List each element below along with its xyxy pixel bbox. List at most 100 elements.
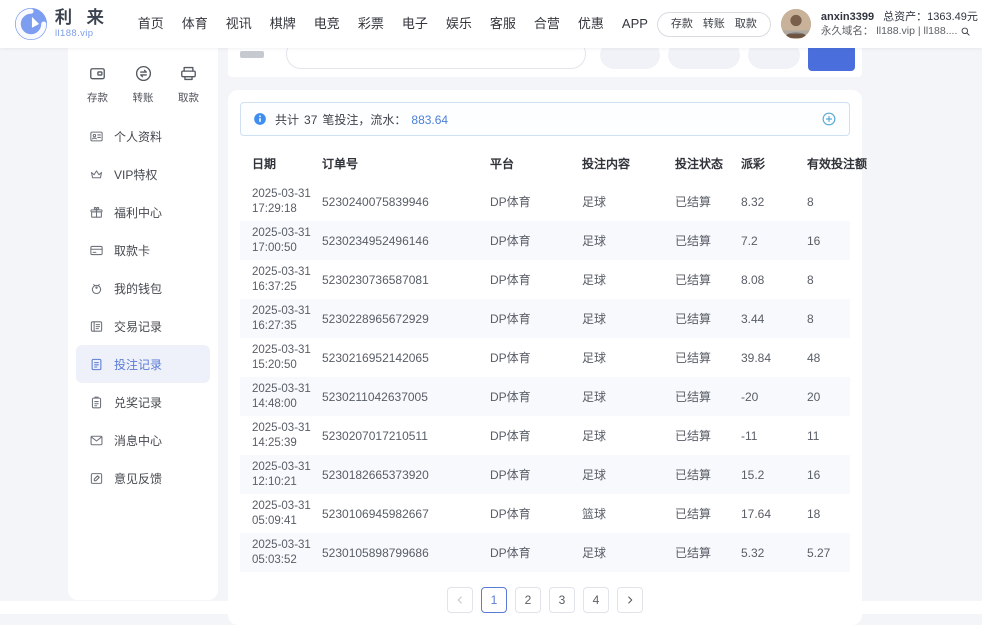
cell-date: 2025-03-3105:09:41 xyxy=(252,499,322,529)
wallet-pill-action[interactable]: 存款 xyxy=(671,19,693,30)
cell-order-no: 5230211042637005 xyxy=(322,390,490,404)
table-row[interactable]: 2025-03-3117:00:505230234952496146DP体育足球… xyxy=(240,221,850,260)
table-row[interactable]: 2025-03-3105:09:415230106945982667DP体育篮球… xyxy=(240,494,850,533)
header-right: 存款转账取款 anxin3399 总资产：1363.49元 永久域名： ll18… xyxy=(657,9,978,39)
nav-item[interactable]: 首页 xyxy=(129,0,173,48)
sidebar-item-vip[interactable]: VIP特权 xyxy=(76,155,210,193)
welfare-icon xyxy=(89,205,104,220)
filter-bar-clipped xyxy=(228,48,862,77)
column-header: 日期 xyxy=(252,155,322,172)
cell-valid-amount: 11 xyxy=(807,429,838,443)
cell-bet-content: 足球 xyxy=(582,310,675,327)
cell-platform: DP体育 xyxy=(490,544,582,561)
cell-valid-amount: 8 xyxy=(807,312,838,326)
cell-valid-amount: 20 xyxy=(807,390,838,404)
filter-option-fragment[interactable] xyxy=(748,48,800,69)
pagination-page-2[interactable]: 2 xyxy=(515,587,541,613)
wallet-pill-action[interactable]: 取款 xyxy=(735,19,757,30)
avatar[interactable] xyxy=(781,9,811,39)
cell-platform: DP体育 xyxy=(490,232,582,249)
search-icon[interactable] xyxy=(960,26,971,37)
sidebar-quick-deposit[interactable]: 存款 xyxy=(87,64,108,105)
sidebar-item-welfare[interactable]: 福利中心 xyxy=(76,193,210,231)
cell-order-no: 5230234952496146 xyxy=(322,234,490,248)
sidebar-item-bet-records[interactable]: 投注记录 xyxy=(76,345,210,383)
table-row[interactable]: 2025-03-3115:20:505230216952142065DP体育足球… xyxy=(240,338,850,377)
pagination-next[interactable] xyxy=(617,587,643,613)
nav-item[interactable]: 合营 xyxy=(525,0,569,48)
sidebar-item-label: 福利中心 xyxy=(114,204,162,221)
table-row[interactable]: 2025-03-3114:25:395230207017210511DP体育足球… xyxy=(240,416,850,455)
sidebar-item-feedback[interactable]: 意见反馈 xyxy=(76,459,210,497)
sidebar-item-profile[interactable]: 个人资料 xyxy=(76,117,210,155)
sidebar-item-wallet[interactable]: 我的钱包 xyxy=(76,269,210,307)
nav-item[interactable]: 娱乐 xyxy=(437,0,481,48)
nav-item[interactable]: APP xyxy=(613,0,657,48)
pagination-page-4[interactable]: 4 xyxy=(583,587,609,613)
wallet-icon xyxy=(89,281,104,296)
sidebar-menu: 个人资料 VIP特权福利中心取款卡我的钱包交易记录投注记录兑奖记录消息中心意见反馈 xyxy=(68,117,218,497)
permanent-domain-label: 永久域名： xyxy=(821,26,874,38)
quick-action-label: 存款 xyxy=(87,90,108,105)
sidebar-quick-withdraw[interactable]: 取款 xyxy=(178,64,199,105)
expand-plus-icon[interactable] xyxy=(821,111,837,127)
cell-bet-content: 足球 xyxy=(582,349,675,366)
sidebar-quick-transfer[interactable]: 转账 xyxy=(133,64,154,105)
table-row[interactable]: 2025-03-3114:48:005230211042637005DP体育足球… xyxy=(240,377,850,416)
logo[interactable]: 利 来 ll188.vip xyxy=(14,7,109,41)
assets-label: 总资产： xyxy=(883,11,927,23)
nav-item[interactable]: 棋牌 xyxy=(261,0,305,48)
cell-valid-amount: 8 xyxy=(807,195,838,209)
cell-valid-amount: 5.27 xyxy=(807,546,838,560)
nav-item[interactable]: 优惠 xyxy=(569,0,613,48)
pagination-page-1[interactable]: 1 xyxy=(481,587,507,613)
table-row[interactable]: 2025-03-3117:29:185230240075839946DP体育足球… xyxy=(240,182,850,221)
nav-item[interactable]: 电子 xyxy=(393,0,437,48)
sidebar-item-label: VIP特权 xyxy=(114,166,157,183)
sidebar-item-transactions[interactable]: 交易记录 xyxy=(76,307,210,345)
nav-item[interactable]: 电竞 xyxy=(305,0,349,48)
nav-item[interactable]: 视讯 xyxy=(217,0,261,48)
cell-date: 2025-03-3114:25:39 xyxy=(252,421,322,451)
nav-item[interactable]: 彩票 xyxy=(349,0,393,48)
nav-item[interactable]: 体育 xyxy=(173,0,217,48)
sidebar-item-label: 投注记录 xyxy=(114,356,162,373)
column-header: 平台 xyxy=(490,155,582,172)
sidebar-item-redeem-records[interactable]: 兑奖记录 xyxy=(76,383,210,421)
filter-option-fragment[interactable] xyxy=(668,48,740,69)
table-row[interactable]: 2025-03-3116:27:355230228965672929DP体育足球… xyxy=(240,299,850,338)
withdraw-icon xyxy=(179,64,198,83)
cell-bet-status: 已结算 xyxy=(675,544,741,561)
cell-bet-status: 已结算 xyxy=(675,388,741,405)
cell-bet-status: 已结算 xyxy=(675,427,741,444)
filter-option-fragment[interactable] xyxy=(600,48,660,69)
table-row[interactable]: 2025-03-3112:10:215230182665373920DP体育足球… xyxy=(240,455,850,494)
wallet-pill-action[interactable]: 转账 xyxy=(703,19,725,30)
cell-bet-status: 已结算 xyxy=(675,232,741,249)
transfer-icon xyxy=(134,64,153,83)
table-row[interactable]: 2025-03-3116:37:255230230736587081DP体育足球… xyxy=(240,260,850,299)
cell-bet-status: 已结算 xyxy=(675,271,741,288)
sidebar-item-label: 消息中心 xyxy=(114,432,162,449)
username[interactable]: anxin3399 xyxy=(821,11,874,23)
column-header: 有效投注额 xyxy=(807,155,867,172)
sidebar-item-withdraw-card[interactable]: 取款卡 xyxy=(76,231,210,269)
filter-search-button[interactable] xyxy=(808,48,855,71)
withdraw-card-icon xyxy=(89,243,104,258)
pagination-page-3[interactable]: 3 xyxy=(549,587,575,613)
filter-date-range-input[interactable] xyxy=(286,48,586,69)
cell-bet-status: 已结算 xyxy=(675,193,741,210)
user-info: anxin3399 总资产：1363.49元 永久域名： ll188.vip |… xyxy=(821,11,978,38)
cell-date: 2025-03-3105:03:52 xyxy=(252,538,322,568)
nav-item[interactable]: 客服 xyxy=(481,0,525,48)
sidebar: 存款 转账取款 个人资料 VIP特权福利中心取款卡我的钱包交易记录投注记录兑奖记录消… xyxy=(68,48,218,600)
redeem-records-icon xyxy=(89,395,104,410)
deposit-icon xyxy=(88,64,107,83)
permanent-domain-value: ll188.vip | ll188.... xyxy=(876,26,957,38)
cell-payout: 8.08 xyxy=(741,273,807,287)
pagination-prev[interactable] xyxy=(447,587,473,613)
vip-icon xyxy=(89,167,104,182)
info-icon xyxy=(253,112,267,126)
sidebar-item-messages[interactable]: 消息中心 xyxy=(76,421,210,459)
table-row[interactable]: 2025-03-3105:03:525230105898799686DP体育足球… xyxy=(240,533,850,572)
